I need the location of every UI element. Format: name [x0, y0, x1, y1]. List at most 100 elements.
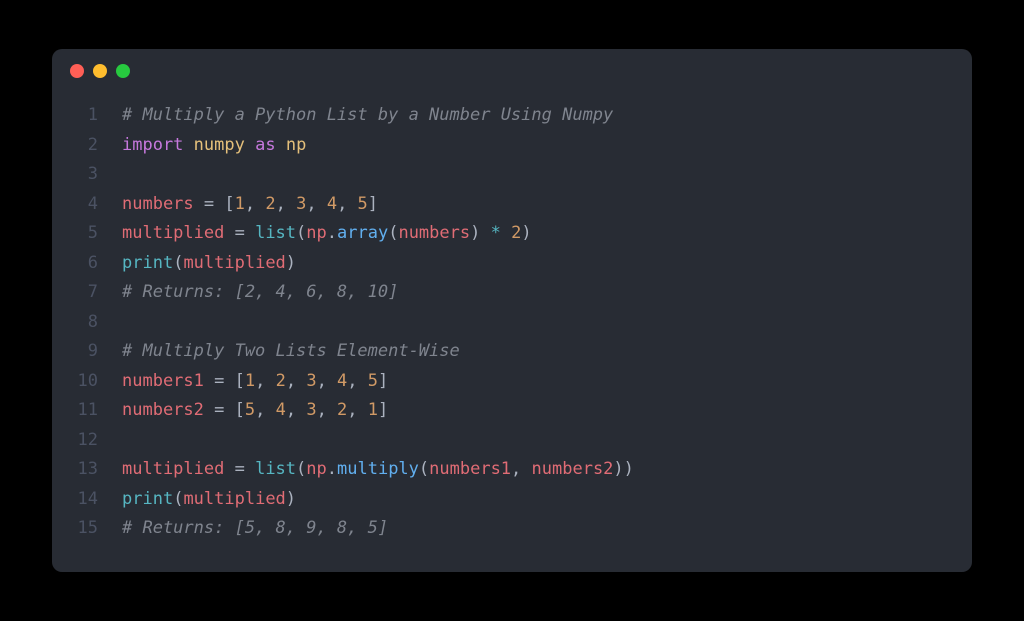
token-num: 2 [337, 400, 347, 420]
code-window: 1# Multiply a Python List by a Number Us… [52, 49, 972, 572]
line-number: 12 [52, 426, 122, 456]
token-num: 1 [245, 371, 255, 391]
token-punct: , [337, 194, 357, 214]
token-num: 1 [235, 194, 245, 214]
code-line: 15# Returns: [5, 8, 9, 8, 5] [52, 514, 972, 544]
code-line: 12 [52, 426, 972, 456]
token-punct: ] [378, 400, 388, 420]
token-punct: . [327, 459, 337, 479]
code-line: 10numbers1 = [1, 2, 3, 4, 5] [52, 367, 972, 397]
line-number: 10 [52, 367, 122, 397]
code-content: print(multiplied) [122, 485, 296, 515]
window-titlebar [52, 49, 972, 93]
line-number: 6 [52, 249, 122, 279]
token-comment: # Multiply Two Lists Element-Wise [122, 341, 460, 361]
line-number: 3 [52, 160, 122, 190]
token-punct: ) [286, 253, 296, 273]
token-num: 2 [511, 223, 521, 243]
token-num: 3 [306, 400, 316, 420]
token-module: np [286, 135, 306, 155]
token-ident: multiplied [183, 489, 285, 509]
line-number: 4 [52, 190, 122, 220]
code-line: 13multiplied = list(np.multiply(numbers1… [52, 455, 972, 485]
line-number: 8 [52, 308, 122, 338]
code-content: # Multiply Two Lists Element-Wise [122, 337, 460, 367]
token-builtin: list [255, 459, 296, 479]
code-content: # Multiply a Python List by a Number Usi… [122, 101, 613, 131]
token-punct: ( [173, 253, 183, 273]
token-num: 4 [327, 194, 337, 214]
token-op: * [491, 223, 501, 243]
token-punct: , [276, 194, 296, 214]
code-content: # Returns: [2, 4, 6, 8, 10] [122, 278, 398, 308]
token-ident: numbers1 [429, 459, 511, 479]
token-num: 5 [368, 371, 378, 391]
token-punct: ( [419, 459, 429, 479]
code-line: 1# Multiply a Python List by a Number Us… [52, 101, 972, 131]
token-num: 2 [276, 371, 286, 391]
token-punct [501, 223, 511, 243]
token-comment: # Returns: [5, 8, 9, 8, 5] [122, 518, 388, 538]
token-punct [276, 135, 286, 155]
token-num: 3 [296, 194, 306, 214]
traffic-light-close-icon[interactable] [70, 64, 84, 78]
token-keyword: import [122, 135, 183, 155]
line-number: 15 [52, 514, 122, 544]
token-punct: = [ [204, 371, 245, 391]
code-line: 3 [52, 160, 972, 190]
token-builtin: print [122, 489, 173, 509]
code-line: 14print(multiplied) [52, 485, 972, 515]
token-punct [183, 135, 193, 155]
token-punct: , [255, 400, 275, 420]
line-number: 1 [52, 101, 122, 131]
code-content: numbers = [1, 2, 3, 4, 5] [122, 190, 378, 220]
token-punct: = [224, 223, 255, 243]
traffic-light-zoom-icon[interactable] [116, 64, 130, 78]
line-number: 5 [52, 219, 122, 249]
token-punct: ] [378, 371, 388, 391]
code-content: numbers2 = [5, 4, 3, 2, 1] [122, 396, 388, 426]
code-content: # Returns: [5, 8, 9, 8, 5] [122, 514, 388, 544]
token-ident: np [306, 459, 326, 479]
token-punct: = [224, 459, 255, 479]
traffic-light-minimize-icon[interactable] [93, 64, 107, 78]
token-builtin: print [122, 253, 173, 273]
token-ident: multiplied [122, 459, 224, 479]
code-line: 11numbers2 = [5, 4, 3, 2, 1] [52, 396, 972, 426]
token-punct: = [ [204, 400, 245, 420]
token-punct [245, 135, 255, 155]
token-punct: , [347, 400, 367, 420]
token-module: numpy [194, 135, 245, 155]
code-line: 8 [52, 308, 972, 338]
token-ident: multiplied [183, 253, 285, 273]
token-punct: ) [286, 489, 296, 509]
token-punct: , [245, 194, 265, 214]
code-editor: 1# Multiply a Python List by a Number Us… [52, 93, 972, 558]
code-content: numbers1 = [1, 2, 3, 4, 5] [122, 367, 388, 397]
code-line: 6print(multiplied) [52, 249, 972, 279]
token-punct: ] [368, 194, 378, 214]
code-line: 7# Returns: [2, 4, 6, 8, 10] [52, 278, 972, 308]
token-comment: # Multiply a Python List by a Number Usi… [122, 105, 613, 125]
token-punct: ( [296, 459, 306, 479]
token-punct: , [286, 400, 306, 420]
token-ident: numbers2 [532, 459, 614, 479]
code-line: 4numbers = [1, 2, 3, 4, 5] [52, 190, 972, 220]
code-line: 2import numpy as np [52, 131, 972, 161]
token-num: 5 [358, 194, 368, 214]
token-punct: , [511, 459, 531, 479]
token-num: 4 [337, 371, 347, 391]
token-ident: np [306, 223, 326, 243]
token-func: array [337, 223, 388, 243]
line-number: 9 [52, 337, 122, 367]
token-ident: numbers [122, 194, 194, 214]
code-content: print(multiplied) [122, 249, 296, 279]
token-punct: , [317, 371, 337, 391]
token-num: 3 [306, 371, 316, 391]
token-punct: , [286, 371, 306, 391]
line-number: 13 [52, 455, 122, 485]
code-content: multiplied = list(np.multiply(numbers1, … [122, 455, 634, 485]
token-punct: , [306, 194, 326, 214]
token-ident: numbers [398, 223, 470, 243]
token-num: 2 [265, 194, 275, 214]
